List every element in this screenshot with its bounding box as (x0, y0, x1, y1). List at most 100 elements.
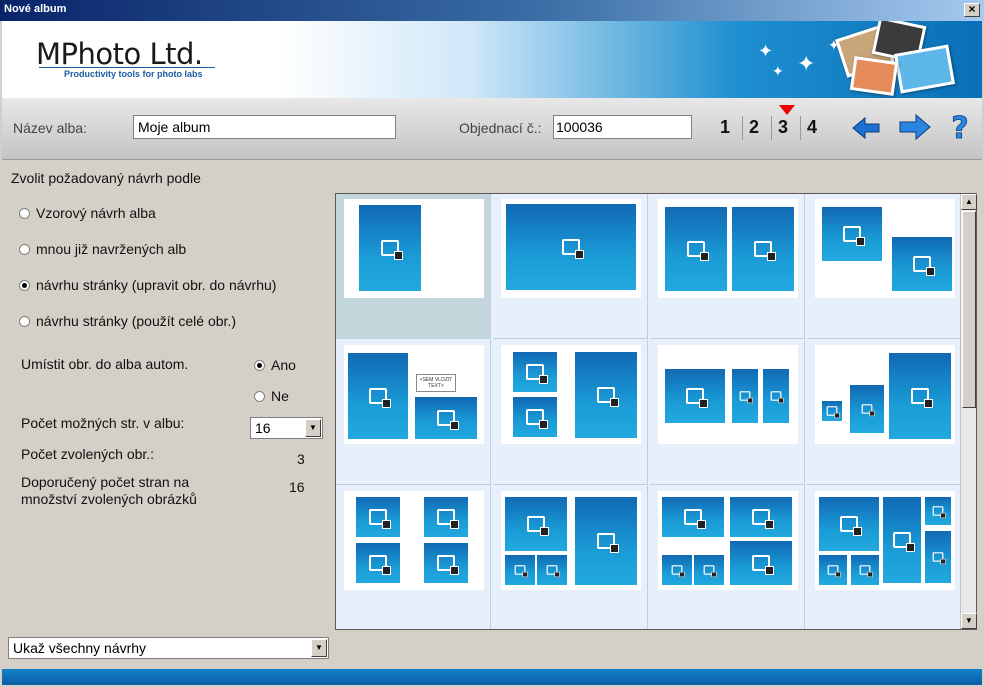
scroll-up-button[interactable]: ▲ (961, 194, 977, 210)
option-label: Ne (271, 388, 289, 404)
arrow-right-icon[interactable] (898, 113, 932, 143)
photo-placeholder (925, 497, 951, 525)
layout-page-preview (344, 491, 484, 590)
layout-thumbnail[interactable] (650, 486, 805, 629)
image-placeholder-icon (913, 256, 935, 276)
layout-page-preview (501, 491, 641, 590)
photo-placeholder (506, 204, 636, 290)
photo-placeholder (665, 369, 725, 423)
photo-placeholder (575, 497, 637, 585)
step-divider (800, 116, 801, 140)
auto-place-label: Umístit obr. do alba autom. (21, 356, 189, 372)
photo-placeholder (732, 207, 794, 291)
design-filter-select[interactable]: Ukaž všechny návrhy ▼ (8, 637, 329, 659)
layout-thumbnail[interactable] (650, 340, 805, 485)
radio-button[interactable] (19, 243, 30, 255)
order-number-input[interactable]: 100036 (553, 115, 692, 139)
image-placeholder-icon (546, 565, 560, 578)
photo-placeholder (424, 497, 468, 537)
photo-placeholder (694, 555, 724, 585)
layout-thumbnail[interactable] (493, 340, 648, 485)
photo-placeholder (730, 497, 792, 537)
radio-button[interactable] (19, 315, 30, 327)
radio-button-selected[interactable] (254, 359, 265, 371)
image-placeholder-icon (597, 387, 619, 407)
photo-placeholder (415, 397, 477, 439)
layout-thumbnail[interactable] (493, 486, 648, 629)
radio-button-selected[interactable] (19, 279, 30, 291)
image-placeholder-icon (703, 565, 717, 578)
image-placeholder-icon (893, 532, 915, 552)
photo-placeholder (505, 497, 567, 551)
layout-thumbnail[interactable] (336, 194, 491, 339)
photo-placeholder (822, 401, 842, 421)
layout-thumbnail[interactable] (336, 486, 491, 629)
select-value: 16 (255, 420, 271, 436)
image-placeholder-icon (843, 226, 865, 246)
image-placeholder-icon (526, 409, 548, 429)
layout-thumbnail[interactable] (807, 340, 962, 485)
image-placeholder-icon (861, 404, 875, 417)
image-placeholder-icon (369, 555, 391, 575)
album-name-input[interactable]: Moje album (133, 115, 396, 139)
status-bar (2, 669, 982, 685)
image-placeholder-icon (369, 388, 391, 408)
layout-thumbnail[interactable] (807, 194, 962, 339)
sparkle-icon: ✦ (772, 63, 784, 79)
chevron-down-icon[interactable]: ▼ (305, 419, 321, 437)
image-placeholder-icon (687, 241, 709, 261)
photo-placeholder (513, 352, 557, 392)
option-label: návrhu stránky (použít celé obr.) (36, 313, 236, 329)
step-divider (771, 116, 772, 140)
layout-thumbnail[interactable] (493, 194, 648, 339)
design-option-page-fit[interactable]: návrhu stránky (upravit obr. do návrhu) (19, 277, 276, 293)
scroll-down-button[interactable]: ▼ (961, 613, 977, 629)
close-button[interactable]: × (964, 3, 980, 17)
radio-button[interactable] (254, 390, 265, 402)
photo-placeholder (925, 531, 951, 583)
step-divider (742, 116, 743, 140)
layout-page-preview (815, 199, 955, 298)
image-placeholder-icon (754, 241, 776, 261)
photo-placeholder (348, 353, 408, 439)
layout-thumbnail[interactable]: <SEM VLOZIT TEXT> (336, 340, 491, 485)
design-option-my-albums[interactable]: mnou již navržených alb (19, 241, 186, 257)
recommended-pages-label-line2: množství zvolených obrázků (21, 491, 197, 507)
possible-pages-select[interactable]: 16 ▼ (250, 417, 323, 439)
design-option-sample-album[interactable]: Vzorový návrh alba (19, 205, 156, 221)
layout-gallery: <SEM VLOZIT TEXT> (335, 193, 977, 630)
photo-placeholder (359, 205, 421, 291)
chevron-down-icon[interactable]: ▼ (311, 639, 327, 657)
image-placeholder-icon (932, 506, 946, 519)
auto-place-yes[interactable]: Ano (254, 357, 296, 373)
step-4-button[interactable]: 4 (807, 117, 817, 138)
gallery-scrollbar[interactable]: ▲ ▼ (960, 194, 977, 629)
layout-thumbnail[interactable] (650, 194, 805, 339)
photo-placeholder (883, 497, 921, 583)
help-icon[interactable]: ? (948, 112, 972, 144)
image-placeholder-icon (686, 388, 708, 408)
step-1-button[interactable]: 1 (720, 117, 730, 138)
possible-pages-label: Počet možných str. v albu: (21, 415, 185, 431)
step-3-button[interactable]: 3 (778, 117, 788, 138)
layout-page-preview (501, 199, 641, 298)
image-placeholder-icon (827, 565, 841, 578)
image-placeholder-icon (752, 509, 774, 529)
image-placeholder-icon (562, 239, 584, 259)
layout-thumbnail[interactable] (807, 486, 962, 629)
step-2-button[interactable]: 2 (749, 117, 759, 138)
window-title: Nové album (4, 3, 67, 15)
image-placeholder-icon (437, 509, 459, 529)
image-placeholder-icon (770, 391, 784, 404)
arrow-left-icon[interactable] (851, 115, 881, 141)
scrollbar-thumb[interactable] (962, 211, 976, 408)
design-option-page-whole[interactable]: návrhu stránky (použít celé obr.) (19, 313, 236, 329)
auto-place-no[interactable]: Ne (254, 388, 289, 404)
photo-placeholder (537, 555, 567, 585)
image-placeholder-icon (826, 406, 840, 419)
title-bar: Nové album × (0, 0, 984, 21)
radio-button[interactable] (19, 207, 30, 219)
select-value: Ukaž všechny návrhy (13, 640, 147, 656)
layout-page-preview: <SEM VLOZIT TEXT> (344, 345, 484, 444)
option-label: Ano (271, 357, 296, 373)
